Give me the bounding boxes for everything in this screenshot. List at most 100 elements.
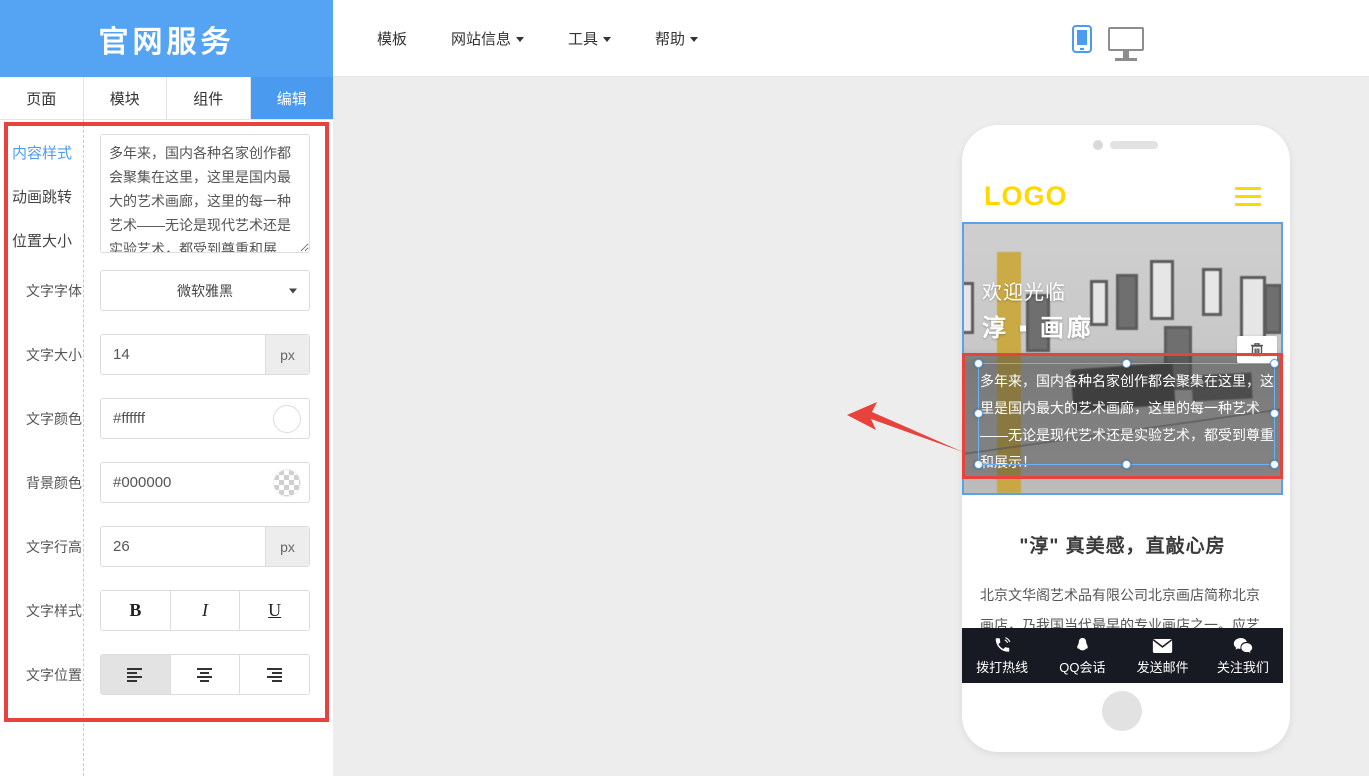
tab-modules[interactable]: 模块: [84, 77, 168, 119]
align-center-button[interactable]: [171, 655, 241, 694]
wechat-icon: [1233, 636, 1253, 654]
align-right-icon: [266, 667, 284, 683]
desktop-preview-icon[interactable]: [1108, 27, 1144, 51]
brand-title: 官网服务: [99, 17, 235, 61]
font-style-label: 文字样式: [26, 601, 82, 621]
resize-handle[interactable]: [1270, 409, 1279, 418]
form-row-font-color: 文字颜色: [0, 398, 333, 439]
photo-frame: [1116, 274, 1138, 330]
line-height-unit: px: [265, 527, 309, 566]
photo-frame: [1264, 284, 1281, 334]
edit-panel: 内容样式 动画跳转 位置大小 多年来，国内各种名家创作都会聚集在这里，这里是国内…: [0, 120, 333, 776]
tab-label: 模块: [110, 88, 140, 109]
banner-welcome-text: 欢迎光临: [982, 276, 1066, 305]
line-height-label: 文字行高: [26, 537, 82, 557]
section-heading: "淳" 真美感，直敲心房: [962, 531, 1283, 558]
contact-footer-bar: 拨打热线 QQ会话 发送邮件 关注我们: [962, 628, 1283, 683]
banner-title-text: 淳 ▪ 画廊: [982, 308, 1094, 343]
tab-edit[interactable]: 编辑: [251, 77, 334, 119]
tab-label: 编辑: [277, 88, 307, 109]
caret-down-icon: [516, 37, 524, 42]
qq-icon: [1074, 636, 1091, 654]
photo-frame: [1202, 268, 1222, 316]
align-center-icon: [196, 667, 214, 683]
phone-speaker-bar: [1110, 141, 1158, 149]
brand-header: 官网服务: [0, 0, 333, 77]
site-logo[interactable]: LOGO: [984, 181, 1068, 212]
align-right-button[interactable]: [240, 655, 309, 694]
mail-icon: [1152, 636, 1173, 654]
hamburger-menu-icon[interactable]: [1235, 187, 1261, 206]
top-nav: 模板 网站信息 工具 帮助: [333, 0, 1369, 77]
panel-menu-content-style[interactable]: 内容样式: [12, 142, 72, 163]
italic-button[interactable]: I: [171, 591, 241, 630]
line-height-input[interactable]: [101, 527, 265, 566]
text-align-label: 文字位置: [26, 665, 82, 685]
bg-color-label: 背景颜色: [26, 473, 82, 493]
footer-item-label: 发送邮件: [1137, 657, 1189, 676]
font-size-input[interactable]: [101, 335, 265, 374]
footer-item-follow[interactable]: 关注我们: [1203, 628, 1283, 683]
editor-tab-bar: 页面 模块 组件 编辑: [0, 77, 333, 120]
trash-icon: [1250, 342, 1264, 357]
font-color-control: [100, 398, 310, 439]
selection-rect: [978, 363, 1275, 465]
resize-handle[interactable]: [974, 359, 983, 368]
intro-section: "淳" 真美感，直敲心房 北京文华阁艺术品有限公司北京画店简称北京画店，乃我国当…: [962, 495, 1283, 628]
form-row-bg-color: 背景颜色: [0, 462, 333, 503]
footer-item-qq[interactable]: QQ会话: [1042, 628, 1122, 683]
resize-handle[interactable]: [1270, 460, 1279, 469]
bg-color-control: [100, 462, 310, 503]
nav-item-tools[interactable]: 工具: [568, 28, 611, 49]
photo-frame: [964, 282, 974, 334]
caret-down-icon: [289, 288, 297, 293]
tab-components[interactable]: 组件: [167, 77, 251, 119]
footer-item-hotline[interactable]: 拨打热线: [962, 628, 1042, 683]
content-text-input[interactable]: 多年来，国内各种名家创作都会聚集在这里，这里是国内最大的艺术画廊，这里的每一种艺…: [100, 134, 310, 253]
caret-down-icon: [690, 37, 698, 42]
resize-handle[interactable]: [1270, 359, 1279, 368]
font-style-group: B I U: [100, 590, 310, 631]
panel-menu-position-size[interactable]: 位置大小: [12, 230, 72, 251]
annotation-arrow: [845, 400, 965, 458]
font-color-swatch[interactable]: [273, 405, 301, 433]
nav-item-site-info[interactable]: 网站信息: [451, 28, 524, 49]
font-family-select[interactable]: 微软雅黑: [100, 270, 310, 311]
font-family-label: 文字字体: [26, 281, 82, 301]
form-row-font-size: 文字大小 px: [0, 334, 333, 375]
resize-handle[interactable]: [974, 409, 983, 418]
form-row-font-style: 文字样式 B I U: [0, 590, 333, 631]
form-row-font-family: 文字字体 微软雅黑: [0, 270, 333, 311]
footer-item-label: 关注我们: [1217, 657, 1269, 676]
align-left-button[interactable]: [101, 655, 171, 694]
section-body-text: 北京文华阁艺术品有限公司北京画店简称北京画店，乃我国当代最早的专业画店之一。应艺…: [980, 580, 1265, 628]
nav-item-label: 工具: [568, 28, 598, 49]
footer-item-mail[interactable]: 发送邮件: [1123, 628, 1203, 683]
bold-button[interactable]: B: [101, 591, 171, 630]
mobile-preview-icon[interactable]: [1072, 25, 1092, 53]
resize-handle[interactable]: [1122, 359, 1131, 368]
panel-menu-animation-jump[interactable]: 动画跳转: [12, 186, 72, 207]
device-preview-toggle: [1072, 0, 1144, 77]
tab-pages[interactable]: 页面: [0, 77, 84, 119]
resize-handle[interactable]: [974, 460, 983, 469]
tab-label: 组件: [193, 88, 223, 109]
nav-item-template[interactable]: 模板: [377, 28, 407, 49]
font-family-value: 微软雅黑: [177, 281, 233, 301]
banner-module[interactable]: 欢迎光临 淳 ▪ 画廊 多年来，国内各种名家创作都会聚集在这里，这里是国内最大的…: [962, 222, 1283, 495]
nav-item-help[interactable]: 帮助: [655, 28, 698, 49]
font-color-input[interactable]: [101, 399, 273, 438]
font-size-unit: px: [265, 335, 309, 374]
phone-icon: [993, 636, 1012, 654]
phone-home-button[interactable]: [1102, 691, 1142, 731]
nav-item-label: 网站信息: [451, 28, 511, 49]
bg-color-swatch[interactable]: [273, 469, 301, 497]
underline-button[interactable]: U: [240, 591, 309, 630]
font-color-label: 文字颜色: [26, 409, 82, 429]
resize-handle[interactable]: [1122, 460, 1131, 469]
photo-frame: [1150, 260, 1174, 320]
text-align-group: [100, 654, 310, 695]
caret-down-icon: [603, 37, 611, 42]
line-height-control: px: [100, 526, 310, 567]
bg-color-input[interactable]: [101, 463, 273, 502]
